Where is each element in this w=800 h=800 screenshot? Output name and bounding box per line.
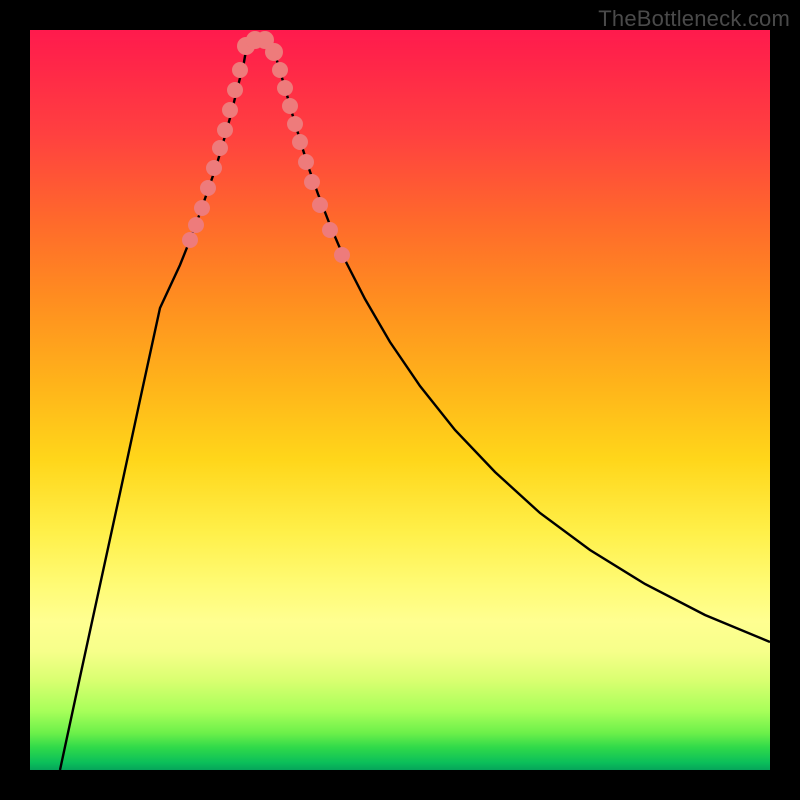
watermark: TheBottleneck.com (598, 6, 790, 32)
marker-dot (222, 102, 238, 118)
marker-dot (227, 82, 243, 98)
curve-right (270, 39, 770, 642)
marker-dot (182, 232, 198, 248)
marker-dot (200, 180, 216, 196)
marker-dot (206, 160, 222, 176)
marker-dot (232, 62, 248, 78)
marker-dot (322, 222, 338, 238)
marker-dot (334, 247, 350, 263)
markers-group (182, 31, 350, 263)
marker-dot (188, 217, 204, 233)
marker-dot (292, 134, 308, 150)
marker-dot (265, 43, 283, 61)
marker-dot (212, 140, 228, 156)
chart-svg (30, 30, 770, 770)
marker-dot (272, 62, 288, 78)
marker-dot (217, 122, 233, 138)
marker-dot (277, 80, 293, 96)
marker-dot (287, 116, 303, 132)
marker-dot (298, 154, 314, 170)
marker-dot (304, 174, 320, 190)
marker-dot (194, 200, 210, 216)
chart-frame: TheBottleneck.com (0, 0, 800, 800)
marker-dot (282, 98, 298, 114)
marker-dot (312, 197, 328, 213)
